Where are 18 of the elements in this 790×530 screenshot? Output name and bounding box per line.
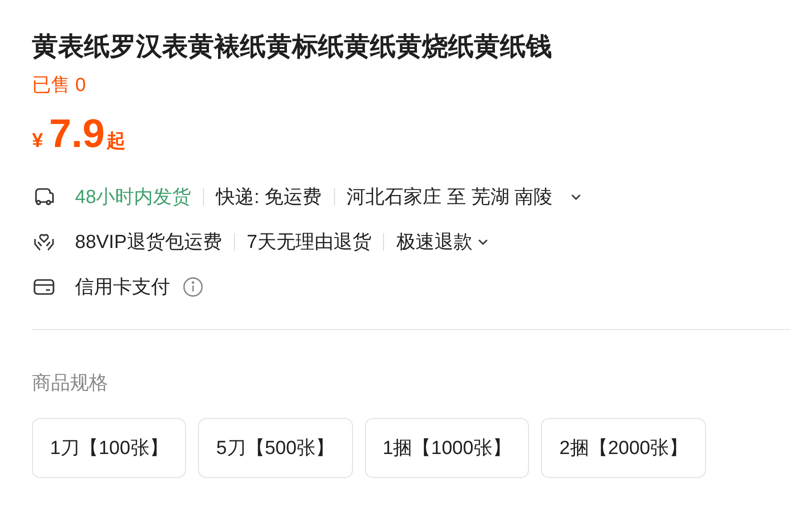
spec-option[interactable]: 5刀【500张】 <box>198 418 353 478</box>
spec-option[interactable]: 2捆【2000张】 <box>541 418 706 478</box>
service-text: 极速退款 <box>396 231 472 255</box>
info-icon[interactable] <box>182 276 204 298</box>
product-title: 黄表纸罗汉表黄裱纸黄标纸黄纸黄烧纸黄纸钱 <box>32 30 553 63</box>
price-suffix: 起 <box>106 130 126 154</box>
service-text: 88VIP退货包运费 <box>75 231 222 255</box>
spec-option[interactable]: 1刀【100张】 <box>32 418 186 478</box>
service-text: 7天无理由退货 <box>246 231 372 255</box>
sold-count: 已售 0 <box>32 74 87 98</box>
service-text: 河北石家庄 至 芜湖 南陵 <box>346 186 553 210</box>
service-text: 信用卡支付 <box>75 276 170 300</box>
spec-option[interactable]: 1捆【1000张】 <box>364 418 530 478</box>
spec-label: 商品规格 <box>32 372 109 396</box>
price-amount: 7.9 <box>49 112 105 157</box>
currency-symbol: ¥ <box>32 130 44 153</box>
service-text: 快递: 免运费 <box>216 186 322 210</box>
service-text: 48小时内发货 <box>75 186 192 210</box>
